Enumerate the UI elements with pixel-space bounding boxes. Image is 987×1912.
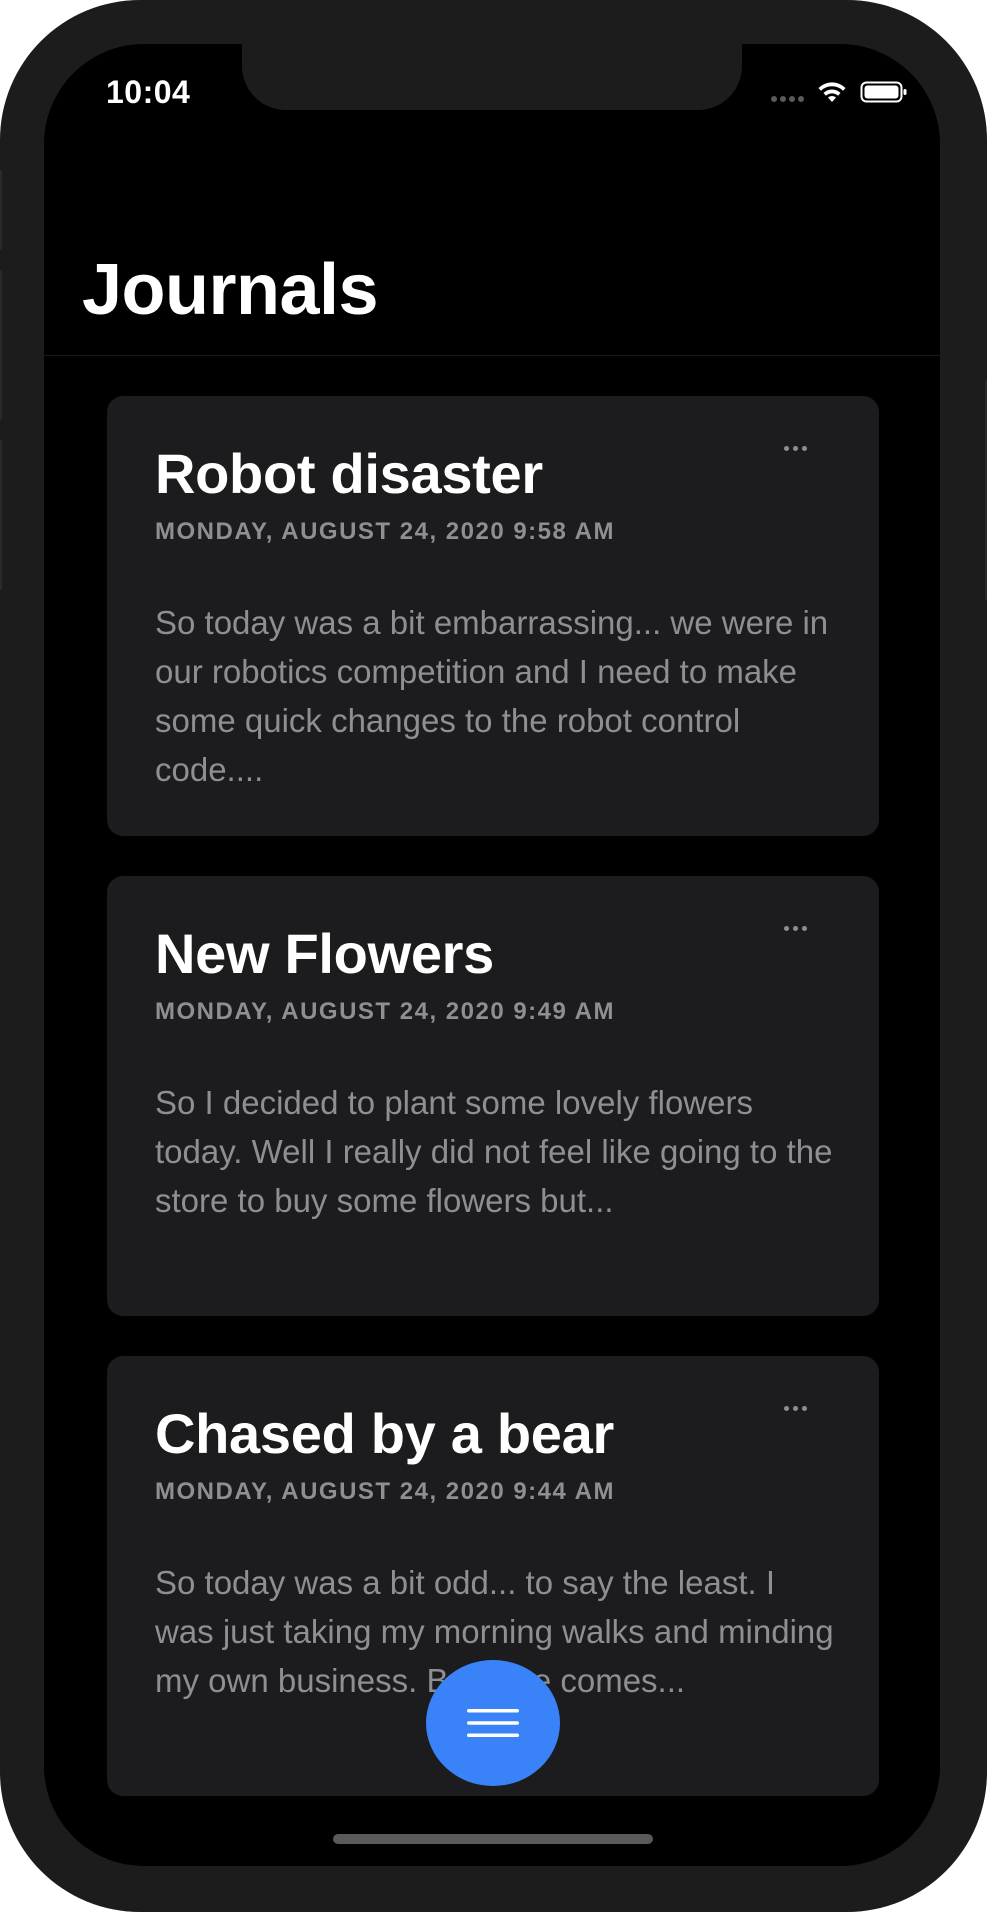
- status-icons: [771, 80, 908, 104]
- journal-card[interactable]: New Flowers MONDAY, AUGUST 24, 2020 9:49…: [107, 876, 879, 1316]
- page-title: Journals: [82, 250, 379, 330]
- wifi-icon: [818, 82, 846, 102]
- more-options-icon[interactable]: [784, 446, 807, 451]
- journal-title: Chased by a bear: [155, 1402, 614, 1465]
- journal-title: New Flowers: [155, 922, 495, 985]
- more-options-icon[interactable]: [784, 926, 807, 931]
- journal-excerpt: So I decided to plant some lovely flower…: [155, 1084, 833, 1219]
- menu-button[interactable]: [426, 1660, 560, 1786]
- notch: [242, 44, 742, 110]
- status-time: 10:04: [106, 74, 191, 110]
- volume-down-button: [0, 440, 2, 590]
- journal-date: MONDAY, AUGUST 24, 2020 9:44 AM: [155, 1478, 615, 1505]
- cellular-signal-icon: [771, 80, 804, 104]
- menu-icon: [467, 1709, 519, 1737]
- volume-up-button: [0, 270, 2, 420]
- battery-icon: [860, 81, 907, 103]
- journal-date: MONDAY, AUGUST 24, 2020 9:49 AM: [155, 998, 615, 1025]
- home-indicator[interactable]: [333, 1834, 653, 1844]
- screen: Journals 10:04 Robot disaster MONDAY, AU…: [44, 44, 940, 1866]
- journal-date: MONDAY, AUGUST 24, 2020 9:58 AM: [155, 518, 615, 545]
- journal-card[interactable]: Robot disaster MONDAY, AUGUST 24, 2020 9…: [107, 396, 879, 836]
- phone-frame: Journals 10:04 Robot disaster MONDAY, AU…: [0, 0, 987, 1912]
- journal-title: Robot disaster: [155, 442, 543, 505]
- mute-switch: [0, 170, 2, 250]
- more-options-icon[interactable]: [784, 1406, 807, 1411]
- journal-excerpt: So today was a bit embarrassing... we we…: [155, 604, 829, 788]
